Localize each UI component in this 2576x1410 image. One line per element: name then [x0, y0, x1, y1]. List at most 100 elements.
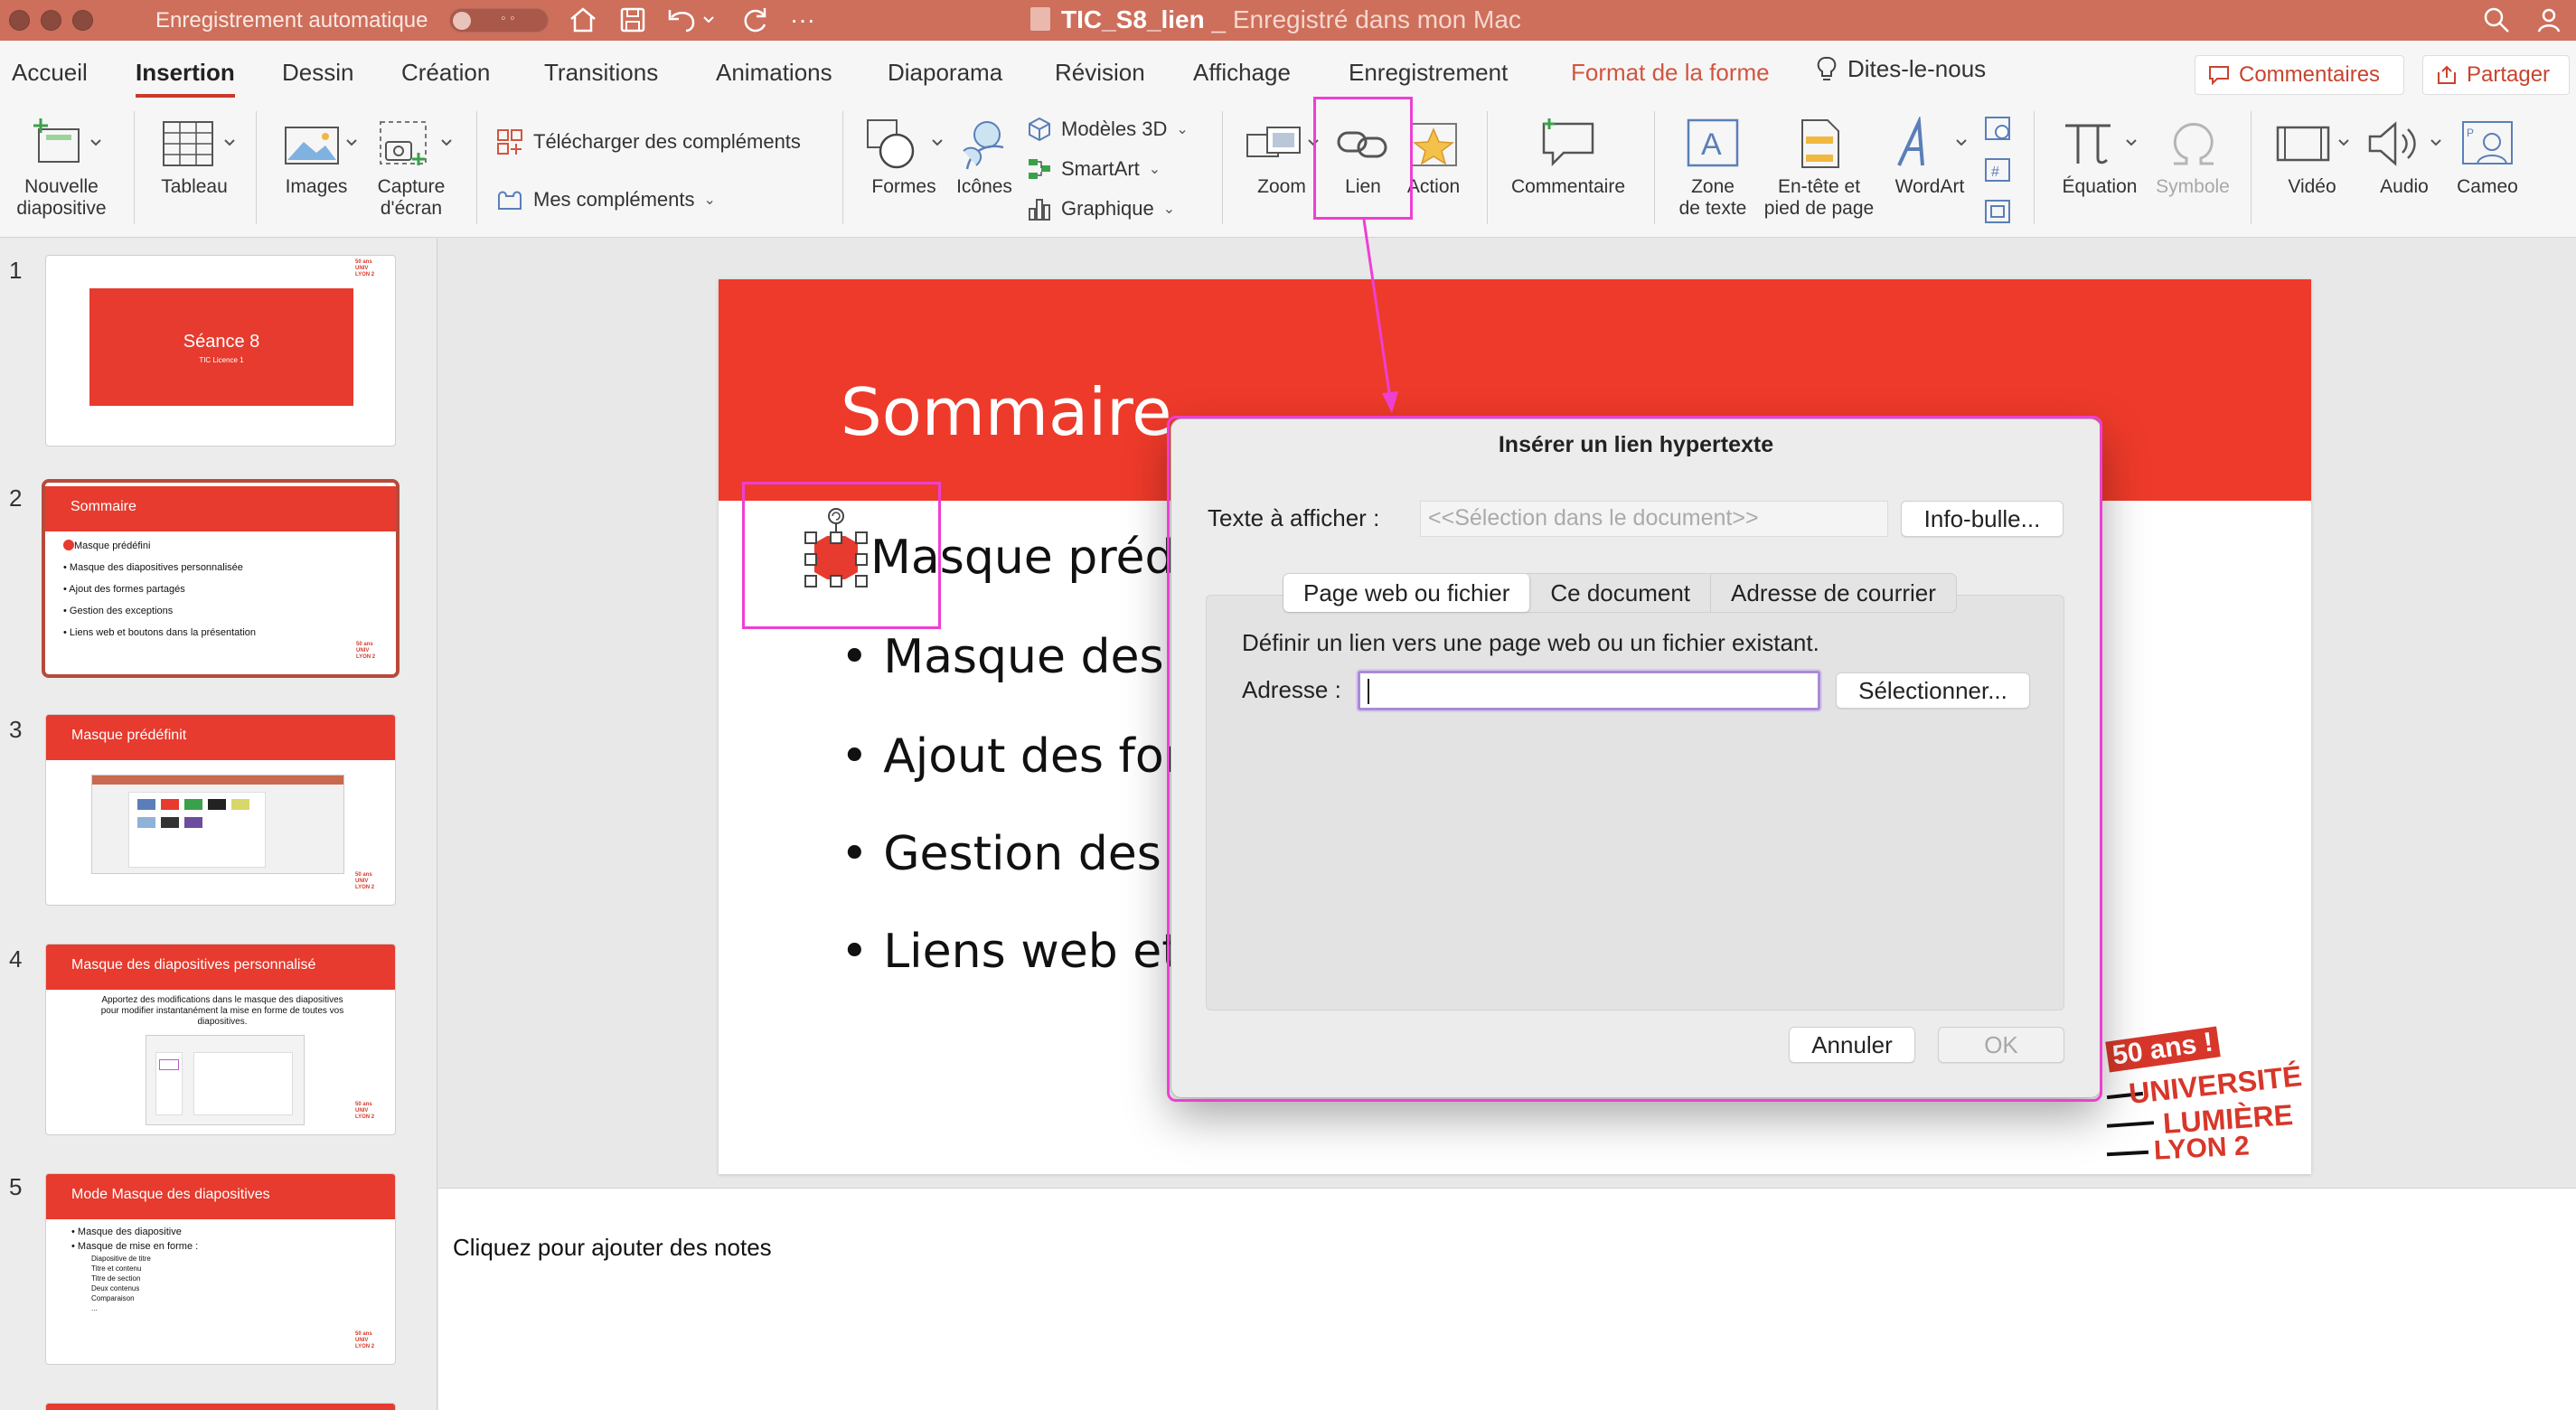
smartart-button[interactable]: SmartArt ⌄ — [1027, 156, 1161, 182]
screenshot-icon — [380, 121, 452, 165]
video-button[interactable]: Vidéo — [2267, 117, 2357, 198]
get-addins-label: Télécharger des compléments — [533, 130, 801, 153]
slide-thumbnails-pane[interactable]: 1 Séance 8 TIC Licence 1 50 ans UNIV LYON … — [0, 239, 437, 1410]
date-time-button[interactable] — [1982, 113, 2015, 149]
document-status: _ Enregistré dans mon Mac — [1211, 5, 1521, 33]
tab-this-document[interactable]: Ce document — [1530, 574, 1712, 612]
thumbnail-slide-6[interactable] — [45, 1403, 396, 1410]
share-button[interactable]: Partager — [2422, 55, 2570, 95]
tab-tell-me[interactable]: Dites-le-nous — [1817, 55, 1986, 83]
models3d-button[interactable]: Modèles 3D ⌄ — [1027, 117, 1189, 142]
autosave-toggle[interactable]: ◦ ◦ — [449, 8, 549, 33]
zoom-button[interactable]: Zoom — [1240, 117, 1323, 198]
slide-bullet-2[interactable]: • Masque des d — [841, 630, 1208, 684]
equation-label: Équation — [2062, 176, 2138, 197]
audio-button[interactable]: Audio — [2359, 117, 2449, 198]
thumbnail-slide-3[interactable]: Masque prédéfinit 50 ans UNIV LYON 2 — [45, 714, 396, 906]
object-button[interactable] — [1982, 196, 2015, 232]
thumbnail-slide-1[interactable]: Séance 8 TIC Licence 1 50 ans UNIV LYON 2 — [45, 255, 396, 446]
thumbnail-sub-bullet: Diapositive de titre — [91, 1255, 151, 1263]
new-slide-button[interactable]: Nouvelle diapositive — [7, 117, 116, 220]
minimize-window-button[interactable] — [41, 10, 61, 31]
autosave-label: Enregistrement automatique — [155, 8, 428, 33]
chart-button[interactable]: Graphique ⌄ — [1027, 196, 1175, 221]
tab-creation[interactable]: Création — [401, 59, 490, 87]
icons-button[interactable]: Icônes — [947, 117, 1021, 198]
title-bar: Enregistrement automatique ◦ ◦ ··· TIC_S… — [0, 0, 2576, 41]
more-icon[interactable]: ··· — [786, 4, 819, 36]
symbol-button[interactable]: Symbole — [2149, 117, 2236, 198]
close-window-button[interactable] — [9, 10, 30, 31]
tab-animations[interactable]: Animations — [716, 59, 832, 87]
thumbnail-sub-bullet: Titre et contenu — [91, 1264, 142, 1273]
tab-email-address[interactable]: Adresse de courrier — [1711, 574, 1956, 612]
notes-placeholder[interactable]: Cliquez pour ajouter des notes — [453, 1234, 772, 1262]
thumbnail-bullet: • Liens web et boutons dans la présentat… — [63, 627, 256, 638]
cameo-button[interactable]: P Cameo — [2449, 117, 2525, 198]
tab-format-forme[interactable]: Format de la forme — [1571, 59, 1770, 87]
film-icon — [2276, 126, 2349, 162]
my-addins-button[interactable]: Mes compléments ⌄ — [495, 185, 716, 214]
textbox-label-2: de texte — [1678, 198, 1747, 219]
tab-transitions[interactable]: Transitions — [544, 59, 658, 87]
thumbnail-slide-4[interactable]: Masque des diapositives personnalisé App… — [45, 944, 396, 1135]
comment-button[interactable]: Commentaire — [1500, 117, 1636, 198]
display-text-label: Texte à afficher : — [1208, 504, 1380, 531]
tab-diaporama[interactable]: Diaporama — [888, 59, 1002, 87]
cameo-label: Cameo — [2457, 176, 2518, 197]
zoom-window-button[interactable] — [72, 10, 93, 31]
address-input[interactable] — [1358, 671, 1820, 710]
slide-number-button[interactable]: # — [1982, 155, 2015, 191]
tab-accueil[interactable]: Accueil — [12, 59, 88, 87]
symbol-label: Symbole — [2156, 176, 2230, 197]
undo-icon[interactable] — [664, 4, 719, 36]
zoom-label: Zoom — [1257, 176, 1306, 197]
save-icon[interactable] — [615, 4, 651, 36]
comments-button[interactable]: Commentaires — [2195, 55, 2404, 95]
account-icon[interactable] — [2531, 4, 2567, 36]
document-title: TIC_S8_lien _ Enregistré dans mon Mac — [1030, 5, 1521, 34]
slide-title[interactable]: Sommaire — [841, 374, 1171, 450]
tab-web-page-or-file[interactable]: Page web ou fichier — [1283, 574, 1531, 612]
tab-insertion[interactable]: Insertion — [136, 59, 235, 98]
ribbon-separator — [2251, 111, 2252, 224]
wordart-button[interactable]: WordArt — [1885, 117, 1975, 198]
redo-icon[interactable] — [737, 4, 773, 36]
thumbnail-bullets: • Masque des diapositive • Masque de mis… — [71, 1225, 198, 1313]
ok-button[interactable]: OK — [1938, 1027, 2064, 1063]
cameo-icon: P — [2462, 121, 2513, 164]
images-button[interactable]: Images — [271, 117, 362, 198]
screenshot-button[interactable]: Capture d'écran — [366, 117, 456, 220]
slide-bullet-1[interactable]: Masque préde — [870, 531, 1204, 585]
tab-affichage[interactable]: Affichage — [1193, 59, 1291, 87]
get-addins-button[interactable]: Télécharger des compléments — [495, 127, 801, 156]
shapes-button[interactable]: Formes — [860, 117, 947, 198]
home-icon[interactable] — [565, 4, 601, 36]
object-icon — [1985, 200, 2010, 223]
select-file-button[interactable]: Sélectionner... — [1836, 672, 2030, 709]
tab-revision[interactable]: Révision — [1055, 59, 1145, 87]
thumbnail-number: 5 — [9, 1173, 23, 1200]
table-button[interactable]: Tableau — [145, 117, 244, 198]
ribbon-separator — [134, 111, 135, 224]
slide-bullet-5[interactable]: • Liens web et b — [841, 925, 1225, 979]
equation-button[interactable]: Équation — [2050, 117, 2149, 198]
search-icon[interactable] — [2478, 4, 2515, 36]
cancel-button[interactable]: Annuler — [1789, 1027, 1915, 1063]
tab-dessin[interactable]: Dessin — [282, 59, 353, 87]
action-button[interactable]: Action — [1399, 117, 1468, 198]
notes-pane[interactable]: Cliquez pour ajouter des notes — [438, 1188, 2576, 1410]
thumbnail-slide-2[interactable]: Sommaire Masque prédéfini • Masque des d… — [42, 479, 400, 678]
link-type-tabs: Page web ou fichier Ce document Adresse … — [1283, 573, 1957, 613]
tab-enregistrement[interactable]: Enregistrement — [1349, 59, 1508, 87]
ribbon-separator — [2034, 111, 2035, 224]
display-text-input[interactable]: <<Sélection dans le document>> — [1420, 501, 1888, 537]
tooltip-button[interactable]: Info-bulle... — [1901, 501, 2064, 537]
link-button[interactable]: Lien — [1327, 117, 1399, 198]
textbox-button[interactable]: A Zone de texte — [1672, 117, 1753, 220]
images-label: Images — [285, 176, 348, 197]
selected-bullet-shape[interactable] — [804, 508, 868, 590]
thumbnail-logo: 50 ans UNIV LYON 2 — [355, 1102, 375, 1120]
thumbnail-slide-5[interactable]: Mode Masque des diapositives • Masque de… — [45, 1173, 396, 1365]
header-footer-button[interactable]: En-tête et pied de page — [1758, 117, 1880, 220]
